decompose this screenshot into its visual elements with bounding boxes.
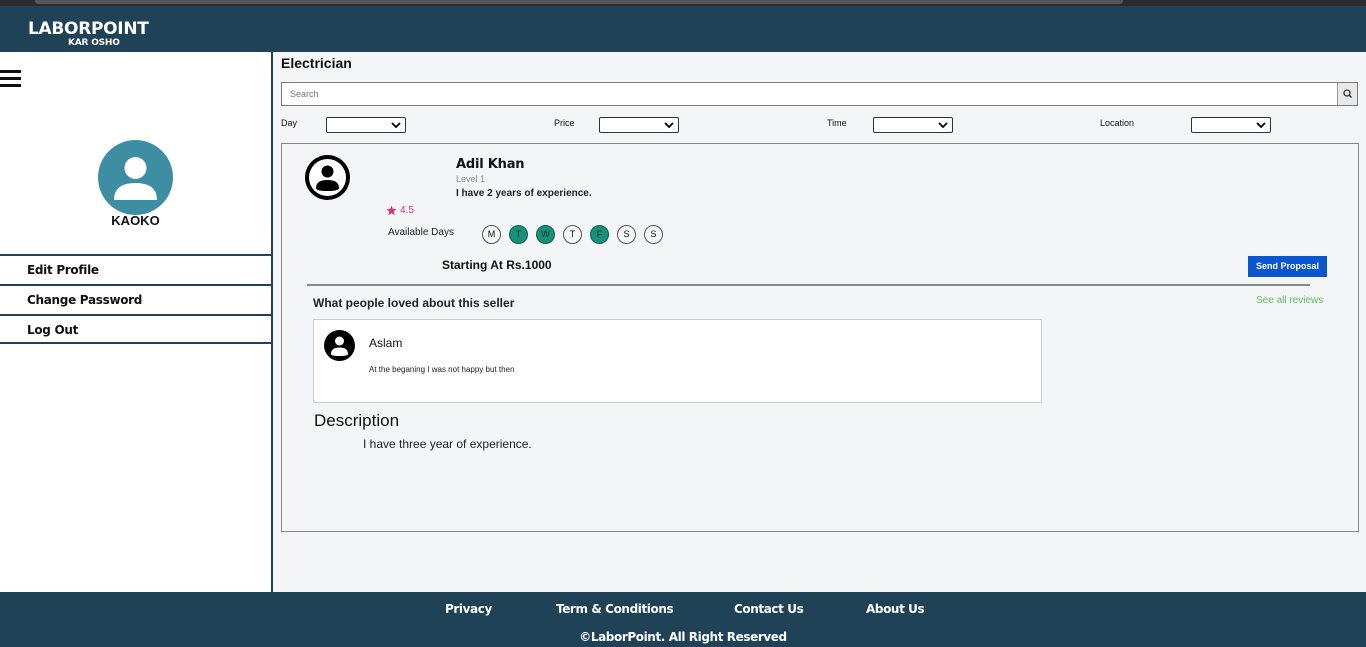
seller-level: Level 1 bbox=[456, 174, 486, 184]
starting-price: Starting At Rs.1000 bbox=[442, 258, 552, 272]
filter-time-select[interactable] bbox=[873, 117, 953, 133]
chevron-down-icon bbox=[391, 122, 401, 129]
filter-location-label: Location bbox=[1100, 118, 1135, 128]
day-thursday: T bbox=[563, 225, 582, 244]
see-all-reviews-link[interactable]: See all reviews bbox=[1256, 295, 1323, 306]
hamburger-icon[interactable] bbox=[0, 70, 21, 88]
available-days: M T W T F S S bbox=[482, 225, 663, 244]
search-bar bbox=[281, 82, 1358, 106]
brand-tagline: KAR OSHO bbox=[68, 38, 120, 48]
filter-location-select[interactable] bbox=[1191, 117, 1271, 133]
search-input[interactable] bbox=[282, 83, 1332, 105]
filter-price-label: Price bbox=[554, 118, 575, 128]
app-header: LABORPOINT KAR OSHO bbox=[0, 6, 1366, 52]
chevron-down-icon bbox=[1256, 122, 1266, 129]
filter-time-label: Time bbox=[827, 118, 847, 128]
chevron-down-icon bbox=[664, 122, 674, 129]
sidebar: KAOKO Edit Profile Change Password Log O… bbox=[0, 52, 273, 592]
search-icon[interactable] bbox=[1337, 83, 1357, 105]
day-tuesday: T bbox=[509, 225, 528, 244]
sidebar-item-log-out[interactable]: Log Out bbox=[0, 314, 271, 344]
footer-link-contact[interactable]: Contact Us bbox=[734, 602, 804, 616]
footer: Privacy Term & Conditions Contact Us Abo… bbox=[0, 592, 1366, 647]
day-friday: F bbox=[590, 225, 609, 244]
day-monday: M bbox=[482, 225, 501, 244]
seller-card: Adil Khan Level 1 I have 2 years of expe… bbox=[281, 143, 1359, 532]
reviews-heading: What people loved about this seller bbox=[313, 296, 515, 310]
day-saturday: S bbox=[617, 225, 636, 244]
filter-price-select[interactable] bbox=[599, 117, 679, 133]
seller-rating: 4.5 bbox=[386, 205, 414, 216]
brand-name: LABORPOINT bbox=[28, 19, 149, 39]
star-icon bbox=[386, 205, 397, 216]
review-text: At the beganing I was not happy but then bbox=[369, 365, 515, 374]
footer-copyright: ©LaborPoint. All Right Reserved bbox=[579, 630, 787, 644]
user-icon bbox=[98, 140, 173, 215]
send-proposal-button[interactable]: Send Proposal bbox=[1248, 256, 1327, 277]
footer-link-privacy[interactable]: Privacy bbox=[445, 602, 492, 616]
day-sunday: S bbox=[644, 225, 663, 244]
sidebar-item-edit-profile[interactable]: Edit Profile bbox=[0, 254, 271, 284]
seller-experience: I have 2 years of experience. bbox=[456, 188, 592, 199]
footer-link-terms[interactable]: Term & Conditions bbox=[556, 602, 674, 616]
filter-day-label: Day bbox=[281, 118, 298, 128]
description-text: I have three year of experience. bbox=[363, 437, 532, 451]
available-days-label: Available Days bbox=[388, 227, 454, 238]
sidebar-username: KAOKO bbox=[111, 213, 160, 228]
filter-day-select[interactable] bbox=[326, 117, 406, 133]
reviewer-name: Aslam bbox=[369, 336, 403, 350]
review-card: Aslam At the beganing I was not happy bu… bbox=[313, 319, 1042, 403]
divider bbox=[307, 284, 1310, 286]
user-icon bbox=[324, 330, 355, 361]
brand-logo[interactable]: LABORPOINT KAR OSHO bbox=[28, 19, 149, 49]
page-title: Electrician bbox=[281, 55, 352, 71]
description-heading: Description bbox=[314, 411, 400, 430]
rating-value: 4.5 bbox=[400, 205, 414, 216]
sidebar-menu: Edit Profile Change Password Log Out bbox=[0, 254, 271, 344]
day-wednesday: W bbox=[536, 225, 555, 244]
seller-name[interactable]: Adil Khan bbox=[456, 157, 525, 172]
sidebar-item-change-password[interactable]: Change Password bbox=[0, 284, 271, 314]
user-icon bbox=[305, 155, 350, 200]
footer-link-about[interactable]: About Us bbox=[866, 602, 925, 616]
chevron-down-icon bbox=[938, 122, 948, 129]
